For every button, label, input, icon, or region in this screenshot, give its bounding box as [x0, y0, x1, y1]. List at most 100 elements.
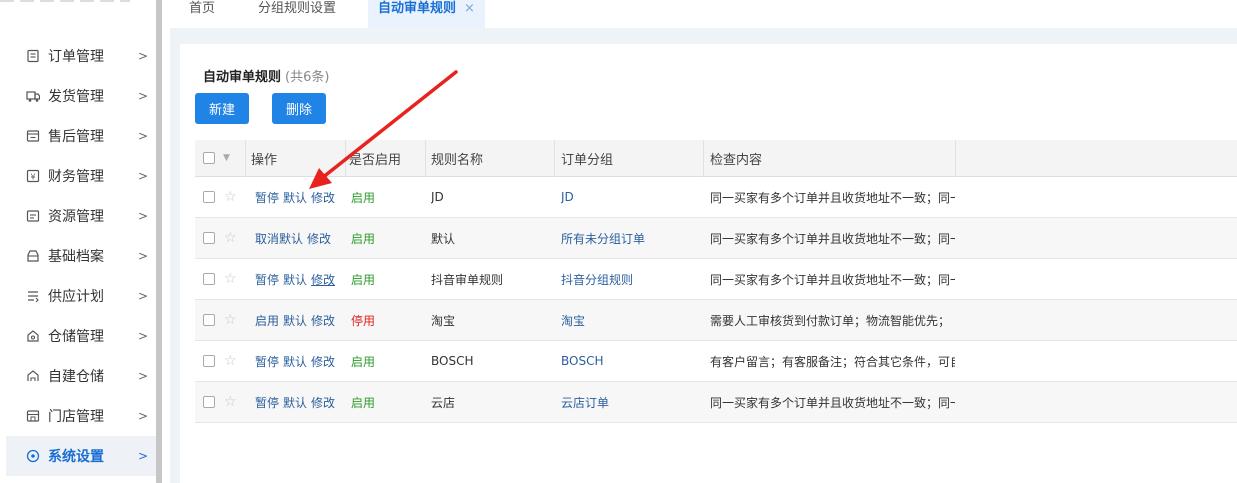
col-actions: 操作: [251, 152, 278, 168]
star-icon[interactable]: ☆: [224, 354, 237, 368]
sidebar-item-label: 系统设置: [48, 449, 104, 465]
row-checkbox[interactable]: [203, 355, 215, 367]
star-icon[interactable]: ☆: [224, 272, 237, 286]
rule-name: 淘宝: [431, 313, 456, 328]
star-icon[interactable]: ☆: [224, 395, 237, 409]
sidebar-item-supply[interactable]: 供应计划 >: [6, 276, 158, 316]
row-action-link[interactable]: 修改: [311, 189, 335, 206]
row-checkbox[interactable]: [203, 314, 215, 326]
row-action-link[interactable]: 修改: [307, 230, 331, 247]
row-action-link[interactable]: 修改: [311, 353, 335, 370]
rule-name: BOSCH: [431, 354, 474, 368]
check-content: 同一买家有多个订单并且收货地址不一致；同一: [710, 190, 955, 205]
row-action-link[interactable]: 启用: [255, 312, 279, 329]
table-row: ☆ 暂停 默认 修改 启用 云店 云店订单 同一买家有多个订单并且收货地址不一致；同一: [195, 382, 1237, 423]
sidebar-item-warehouse[interactable]: 仓储管理 >: [6, 316, 158, 356]
rule-name: JD: [431, 190, 444, 204]
chevron-right-icon: >: [138, 289, 149, 303]
order-group-link[interactable]: JD: [561, 177, 574, 217]
select-all-checkbox[interactable]: [203, 152, 215, 164]
row-action-link[interactable]: 暂停: [255, 271, 279, 288]
sidebar-item-finance[interactable]: ¥ 财务管理 >: [6, 156, 158, 196]
star-icon[interactable]: ☆: [224, 313, 237, 327]
tab-group-rules[interactable]: 分组规则设置: [258, 0, 336, 28]
order-group-link[interactable]: 淘宝: [561, 300, 585, 340]
row-checkbox[interactable]: [203, 273, 215, 285]
status-badge: 启用: [351, 272, 376, 287]
sidebar-item-label: 售后管理: [48, 129, 104, 145]
row-action-link[interactable]: 取消默认: [255, 230, 303, 247]
new-button[interactable]: 新建: [195, 93, 249, 124]
table-row: ☆ 暂停 默认 修改 启用 JD JD 同一买家有多个订单并且收货地址不一致；同一: [195, 177, 1237, 218]
close-icon[interactable]: ×: [464, 1, 475, 16]
sidebar-item-label: 仓储管理: [48, 329, 104, 345]
chevron-right-icon: >: [138, 369, 149, 383]
col-order-group: 订单分组: [561, 152, 614, 168]
row-checkbox[interactable]: [203, 396, 215, 408]
row-action-link[interactable]: 暂停: [255, 189, 279, 206]
settings-icon: [26, 449, 40, 463]
row-action-link[interactable]: 修改: [311, 312, 335, 329]
sidebar-item-order[interactable]: 订单管理 >: [6, 36, 158, 76]
star-icon[interactable]: ☆: [224, 190, 237, 204]
sidebar-item-self-warehouse[interactable]: 自建仓储 >: [6, 356, 158, 396]
row-actions: 暂停 默认 修改: [255, 177, 339, 217]
row-checkbox[interactable]: [203, 232, 215, 244]
archive-icon: [26, 249, 40, 263]
order-group-link[interactable]: 云店订单: [561, 382, 609, 422]
row-actions: 启用 默认 修改: [255, 300, 339, 340]
sidebar-item-label: 发货管理: [48, 89, 104, 105]
sidebar-item-label: 订单管理: [48, 49, 104, 65]
row-actions: 暂停 默认 修改: [255, 341, 339, 381]
chevron-right-icon: >: [138, 209, 149, 223]
chevron-right-icon: >: [138, 89, 149, 103]
row-action-link[interactable]: 暂停: [255, 353, 279, 370]
table-row: ☆ 暂停 默认 修改 启用 BOSCH BOSCH 有客户留言；有客服备注；符合其它条件，可自: [195, 341, 1237, 382]
sidebar-item-aftersale[interactable]: 售后管理 >: [6, 116, 158, 156]
sidebar: 订单管理 > 发货管理 > 售后管理 > ¥ 财务管理 > 资源管理 > 基础档案 > 供应计划 > 仓储管理…: [0, 0, 158, 483]
finance-icon: ¥: [26, 169, 40, 183]
tab-home[interactable]: 首页: [189, 0, 215, 28]
star-icon[interactable]: ☆: [224, 231, 237, 245]
rule-name: 云店: [431, 395, 456, 410]
row-action-link[interactable]: 默认: [283, 271, 307, 288]
row-action-link[interactable]: 修改: [311, 394, 335, 411]
check-content: 同一买家有多个订单并且收货地址不一致；同一: [710, 395, 955, 410]
row-actions: 暂停 默认 修改: [255, 382, 339, 422]
store-icon: [26, 409, 40, 423]
sidebar-item-store[interactable]: 门店管理 >: [6, 396, 158, 436]
row-action-link[interactable]: 默认: [283, 353, 307, 370]
row-action-link[interactable]: 默认: [283, 312, 307, 329]
order-group-link[interactable]: 所有未分组订单: [561, 218, 645, 258]
chevron-right-icon: >: [138, 329, 149, 343]
chevron-right-icon: >: [138, 129, 149, 143]
warehouse-icon: [26, 329, 40, 343]
sidebar-item-settings[interactable]: 系统设置 >: [6, 436, 158, 476]
sidebar-item-shipping[interactable]: 发货管理 >: [6, 76, 158, 116]
order-group-link[interactable]: 抖音分组规则: [561, 259, 633, 299]
row-action-link[interactable]: 默认: [283, 189, 307, 206]
col-enabled: 是否启用: [349, 152, 402, 168]
sidebar-item-resource[interactable]: 资源管理 >: [6, 196, 158, 236]
sidebar-item-label: 财务管理: [48, 169, 104, 185]
delete-button[interactable]: 删除: [272, 93, 326, 124]
status-badge: 启用: [351, 395, 376, 410]
caret-down-icon[interactable]: ▼: [223, 153, 230, 163]
page-title: 自动审单规则 (共6条): [203, 70, 330, 85]
check-content: 需要人工审核货到付款订单；物流智能优先；: [710, 313, 951, 328]
tab-auto-review-rules[interactable]: 自动审单规则 ×: [368, 0, 485, 28]
order-group-link[interactable]: BOSCH: [561, 341, 604, 381]
row-action-link[interactable]: 修改: [311, 271, 335, 288]
sidebar-item-label: 自建仓储: [48, 369, 104, 385]
status-badge: 启用: [351, 354, 376, 369]
chevron-right-icon: >: [138, 409, 149, 423]
row-action-link[interactable]: 暂停: [255, 394, 279, 411]
supply-icon: [26, 289, 40, 303]
tab-bar: 首页 分组规则设置 自动审单规则 ×: [170, 0, 1237, 28]
sidebar-item-archive[interactable]: 基础档案 >: [6, 236, 158, 276]
record-count: (共6条): [285, 70, 330, 85]
sidebar-scrollbar[interactable]: [156, 0, 162, 483]
check-content: 同一买家有多个订单并且收货地址不一致；同一: [710, 231, 955, 246]
row-checkbox[interactable]: [203, 191, 215, 203]
row-action-link[interactable]: 默认: [283, 394, 307, 411]
